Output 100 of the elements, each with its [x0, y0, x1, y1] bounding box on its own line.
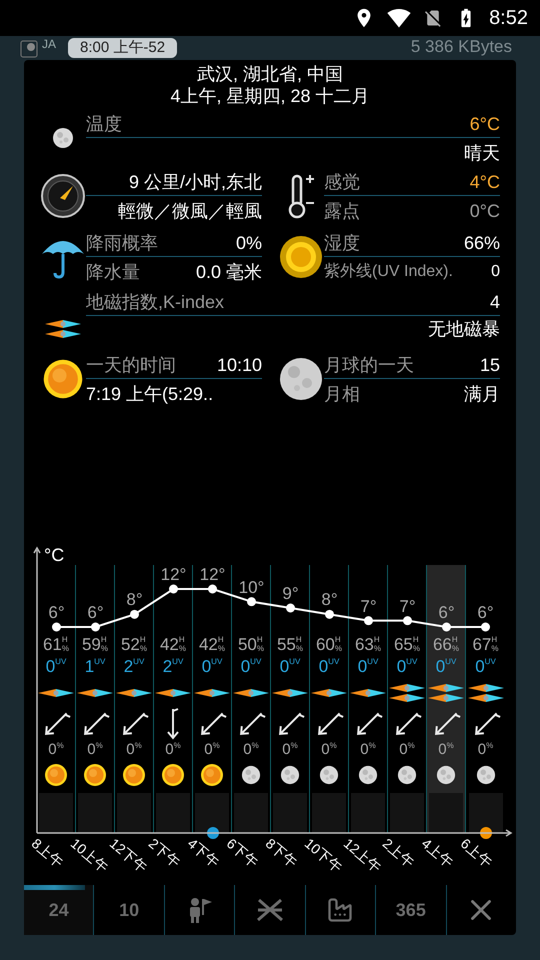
rain-unit: %	[56, 741, 64, 750]
data-point	[208, 584, 217, 594]
uv-value: 2	[162, 657, 172, 677]
gradient-bar	[117, 793, 151, 833]
kp-arrows-icon	[389, 684, 425, 702]
humidity-mark: H	[100, 635, 108, 644]
rain-value: 0	[204, 741, 213, 759]
location-title: 武汉, 湖北省, 中国	[196, 63, 343, 85]
tab[interactable]: 10	[94, 885, 165, 935]
data-point	[364, 616, 373, 626]
rain-unit: %	[408, 741, 415, 750]
wifi-icon	[387, 6, 412, 30]
moon-phase-label: 月相	[324, 383, 360, 406]
sun-icon	[122, 763, 146, 787]
rain-unit: %	[368, 741, 376, 750]
rain-value: 0	[478, 741, 486, 759]
humidity-value: 42	[198, 635, 218, 655]
gradient-bar	[312, 793, 346, 833]
time-label: 6上午	[458, 835, 496, 870]
time-label: 8下午	[262, 835, 300, 870]
y-axis-label: °C	[44, 545, 64, 565]
uv-index-label: 紫外线(UV Index).	[324, 262, 453, 282]
data-point	[52, 622, 61, 632]
rain-value: 0	[165, 741, 174, 759]
rain-value: 0	[243, 741, 252, 759]
temperature-value: 8°	[320, 590, 339, 610]
dew-point-label: 露点	[324, 200, 360, 223]
time-label: 2下午	[146, 835, 184, 870]
humidity-value: 50	[238, 635, 257, 655]
humidity-value: 59	[82, 635, 101, 655]
temperature-value: 7°	[398, 596, 417, 617]
moon-icon	[319, 765, 339, 785]
rain-unit: %	[330, 741, 337, 750]
uv-value: 1	[84, 657, 94, 677]
clock: 8:52	[489, 6, 528, 31]
sun-badge-icon	[279, 235, 323, 279]
geomagnetic-status: 无地磁暴	[428, 318, 500, 341]
data-point	[286, 604, 295, 612]
uv-unit: UV	[250, 657, 262, 667]
time-label: 4下午	[184, 835, 222, 870]
moon-phase-value: 满月	[464, 383, 500, 406]
rain-value: 0	[438, 741, 447, 759]
rain-unit: %	[252, 741, 259, 750]
uv-value: 0	[240, 657, 250, 677]
humidity-unit: %	[452, 644, 460, 653]
data-point	[247, 597, 256, 606]
wind-arrow-icon	[166, 708, 180, 740]
humidity-mark: H	[256, 635, 264, 644]
gradient-bar	[39, 793, 73, 833]
kp-arrows-icon	[468, 684, 504, 702]
humidity-value: 66	[432, 635, 452, 655]
kp-arrow-icon	[77, 688, 113, 698]
precipitation-label: 降水量	[86, 261, 140, 284]
sun-icon	[200, 763, 224, 787]
uv-unit: UV	[172, 657, 184, 667]
moon-icon	[397, 765, 417, 785]
humidity-value: 55	[276, 635, 296, 655]
layer-icon	[20, 40, 38, 58]
humidity-mark: H	[140, 635, 147, 644]
kp-arrow-icon	[155, 688, 191, 698]
tab[interactable]: 24	[24, 885, 94, 935]
humidity-unit: %	[374, 644, 382, 653]
rain-value: 0	[282, 741, 291, 759]
uv-value: 0	[358, 657, 368, 677]
gradient-bar	[78, 793, 112, 833]
uv-value: 0	[202, 657, 212, 677]
gradient-bar	[390, 793, 424, 833]
temperature-value: 6°	[437, 603, 456, 623]
daylight-label: 一天的时间	[86, 354, 176, 377]
humidity-value: 63	[354, 635, 374, 655]
layer-label: JA	[42, 36, 56, 52]
factory-icon	[326, 896, 354, 924]
uv-value: 0	[396, 657, 406, 677]
rain-chance-label: 降雨概率	[86, 232, 158, 255]
sun-icon	[42, 358, 84, 400]
humidity-mark: H	[452, 635, 459, 644]
temperature-value: 8°	[125, 590, 144, 610]
uv-value: 0	[318, 657, 328, 677]
gradient-bar	[195, 793, 229, 833]
humidity-mark: H	[62, 635, 69, 644]
uv-unit: UV	[406, 657, 418, 667]
tab[interactable]: 365	[376, 885, 447, 935]
feels-like-value: 4°C	[470, 171, 500, 194]
humidity-unit: %	[62, 644, 70, 653]
temperature-value: 9°	[281, 584, 300, 604]
uv-unit: UV	[94, 657, 106, 667]
rain-chance-value: 0%	[236, 232, 262, 255]
compass-icon	[40, 173, 86, 219]
temperature-value: 10°	[238, 578, 266, 598]
rain-value: 0	[48, 741, 57, 759]
uv-unit: UV	[445, 657, 456, 667]
data-point	[130, 610, 139, 619]
time-chip: 8:00 上午-52	[68, 38, 178, 58]
humidity-value: 60	[316, 635, 335, 655]
kp-arrows-icon	[45, 320, 81, 338]
gradient-bar	[429, 793, 463, 833]
moon-icon	[476, 765, 496, 785]
rain-unit: %	[96, 741, 103, 750]
sun-icon	[83, 763, 107, 787]
moon-icon	[241, 765, 261, 785]
